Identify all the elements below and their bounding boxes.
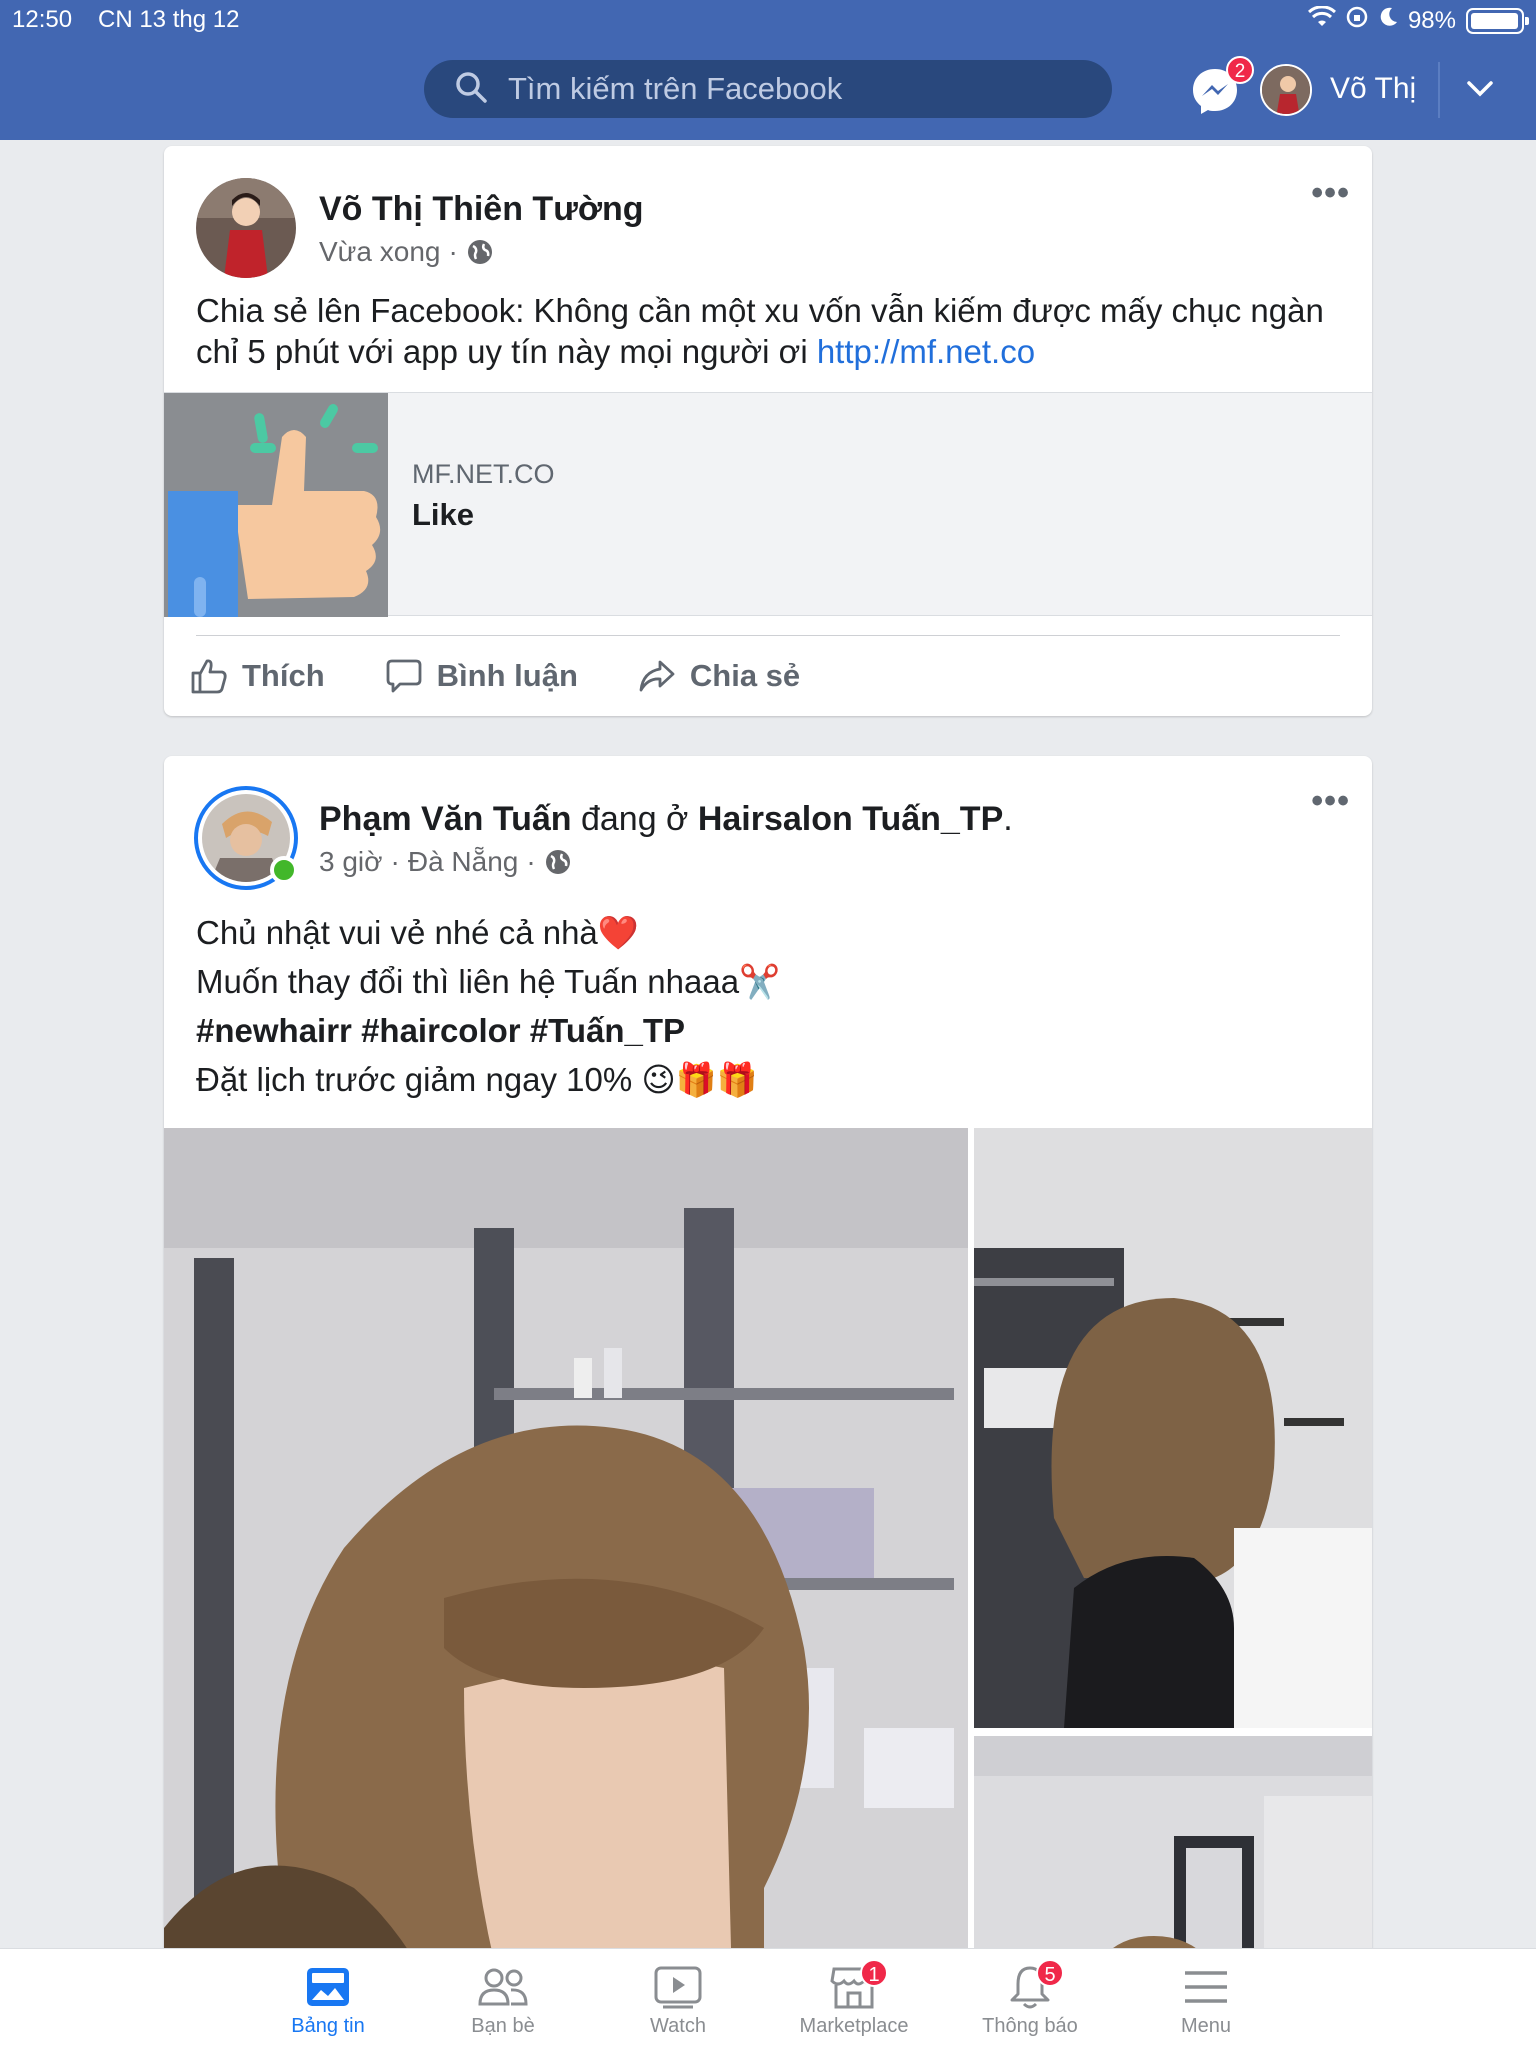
- header-avatar[interactable]: [1260, 64, 1312, 116]
- menu-icon: [1116, 1963, 1296, 2011]
- nav-notifications[interactable]: 5 Thông báo: [940, 1959, 1120, 2038]
- friends-icon: [413, 1963, 593, 2011]
- globe-icon: [545, 850, 570, 874]
- checkin-text: đang ở: [571, 800, 698, 838]
- top-bar: 12:50 CN 13 thg 12 98% 2 Võ Thị: [0, 0, 1536, 140]
- meta-separator: ·: [526, 846, 536, 877]
- photo-main[interactable]: [164, 1128, 968, 2048]
- marketplace-icon: 1: [764, 1959, 944, 2011]
- nav-menu[interactable]: Menu: [1116, 1963, 1296, 2038]
- post-hashtags[interactable]: #newhairr #haircolor #Tuấn_TP: [196, 1006, 1340, 1055]
- post-text-body: Chia sẻ lên Facebook: Không cần một xu v…: [196, 292, 1324, 370]
- more-options-icon[interactable]: •••: [1311, 782, 1350, 821]
- wifi-icon: [1307, 5, 1336, 35]
- post-author-name[interactable]: Phạm Văn Tuấn: [319, 800, 572, 838]
- like-button[interactable]: Thích: [190, 646, 325, 706]
- header-divider: [1438, 62, 1440, 118]
- nav-label: Menu: [1180, 2015, 1232, 2037]
- link-preview-title: Like: [412, 497, 475, 532]
- search-bar[interactable]: [424, 60, 1112, 118]
- post-text: Chủ nhật vui vẻ nhé cả nhà❤️ Muốn thay đ…: [196, 908, 1340, 1104]
- marketplace-badge: 1: [860, 1959, 888, 1987]
- post-actions: Thích Bình luận Chia sẻ: [164, 646, 860, 706]
- battery-icon: [1466, 7, 1529, 34]
- post-location[interactable]: Đà Nẵng: [408, 846, 519, 878]
- orientation-lock-icon: [1346, 6, 1368, 35]
- link-preview-image: [164, 393, 388, 617]
- share-icon: [639, 660, 675, 692]
- nav-label: Bảng tin: [291, 2015, 365, 2037]
- notifications-badge: 5: [1036, 1959, 1064, 1987]
- status-bar: 12:50 CN 13 thg 12 98%: [0, 0, 1536, 40]
- post-author-avatar[interactable]: [196, 178, 296, 278]
- status-right: 98%: [1307, 5, 1529, 35]
- post-text-line: Đặt lịch trước giảm ngay 10% 😉🎁🎁: [196, 1061, 758, 1098]
- nav-friends[interactable]: Bạn bè: [413, 1963, 593, 2038]
- moon-icon: [1378, 6, 1398, 35]
- post-author-name[interactable]: Võ Thị Thiên Tường: [319, 190, 644, 229]
- battery-fill: [1471, 12, 1519, 29]
- like-label: Thích: [242, 658, 325, 693]
- link-preview-domain: MF.NET.CO: [412, 459, 555, 489]
- meta-separator: ·: [448, 236, 458, 267]
- checkin-period: .: [1003, 800, 1013, 838]
- link-preview[interactable]: MF.NET.CO Like: [164, 392, 1372, 617]
- search-icon: [454, 70, 508, 109]
- thumbs-up-icon: [191, 659, 227, 694]
- meta-separator: ·: [390, 846, 400, 877]
- chevron-down-icon[interactable]: [1466, 80, 1494, 103]
- post-meta: 3 giờ · Đà Nẵng ·: [319, 846, 572, 878]
- nav-label: Marketplace: [799, 2015, 909, 2037]
- nav-marketplace[interactable]: 1 Marketplace: [764, 1959, 944, 2038]
- online-status-dot: [270, 856, 298, 884]
- post-link[interactable]: http://mf.net.co: [817, 333, 1035, 370]
- comment-icon: [386, 659, 422, 693]
- nav-label: Thông báo: [982, 2015, 1078, 2037]
- nav-news-feed[interactable]: Bảng tin: [238, 1963, 418, 2038]
- nav-label: Bạn bè: [471, 2015, 535, 2037]
- status-date: CN 13 thg 12: [98, 6, 240, 33]
- more-options-icon[interactable]: •••: [1311, 174, 1350, 213]
- photo-secondary[interactable]: [974, 1128, 1372, 1728]
- bell-icon: 5: [940, 1959, 1120, 2011]
- post-card: Phạm Văn Tuấn đang ở Hairsalon Tuấn_TP. …: [164, 756, 1372, 2048]
- messenger-button[interactable]: 2: [1190, 56, 1254, 116]
- post-text-line: Muốn thay đổi thì liên hệ Tuấn nhaaa✂️: [196, 963, 781, 1000]
- watch-icon: [588, 1963, 768, 2011]
- globe-icon: [467, 240, 492, 264]
- news-feed-icon: [238, 1963, 418, 2011]
- comment-label: Bình luận: [436, 658, 578, 693]
- post-card: Võ Thị Thiên Tường Vừa xong · ••• Chia s…: [164, 146, 1372, 716]
- post-text: Chia sẻ lên Facebook: Không cần một xu v…: [196, 290, 1340, 372]
- header-user-name[interactable]: Võ Thị: [1330, 72, 1416, 106]
- battery-percent: 98%: [1407, 6, 1456, 34]
- post-text-line: Chủ nhật vui vẻ nhé cả nhà❤️: [196, 914, 639, 951]
- messenger-badge: 2: [1226, 56, 1254, 84]
- post-header-line: Phạm Văn Tuấn đang ở Hairsalon Tuấn_TP.: [319, 800, 1013, 839]
- status-time: 12:50: [12, 6, 73, 33]
- photo-grid: [164, 1128, 1372, 2048]
- share-label: Chia sẻ: [689, 658, 801, 693]
- nav-watch[interactable]: Watch: [588, 1963, 768, 2038]
- post-time[interactable]: 3 giờ: [319, 846, 383, 878]
- bottom-navigation: Bảng tin Bạn bè Watch 1 Marketplace 5 Th…: [0, 1948, 1536, 2048]
- post-meta: Vừa xong ·: [319, 236, 494, 268]
- post-time[interactable]: Vừa xong: [319, 236, 441, 268]
- actions-divider: [196, 635, 1340, 636]
- comment-button[interactable]: Bình luận: [385, 646, 578, 706]
- checkin-place[interactable]: Hairsalon Tuấn_TP: [698, 800, 1003, 838]
- nav-label: Watch: [650, 2015, 706, 2037]
- share-button[interactable]: Chia sẻ: [638, 646, 800, 706]
- search-input[interactable]: [508, 71, 1068, 107]
